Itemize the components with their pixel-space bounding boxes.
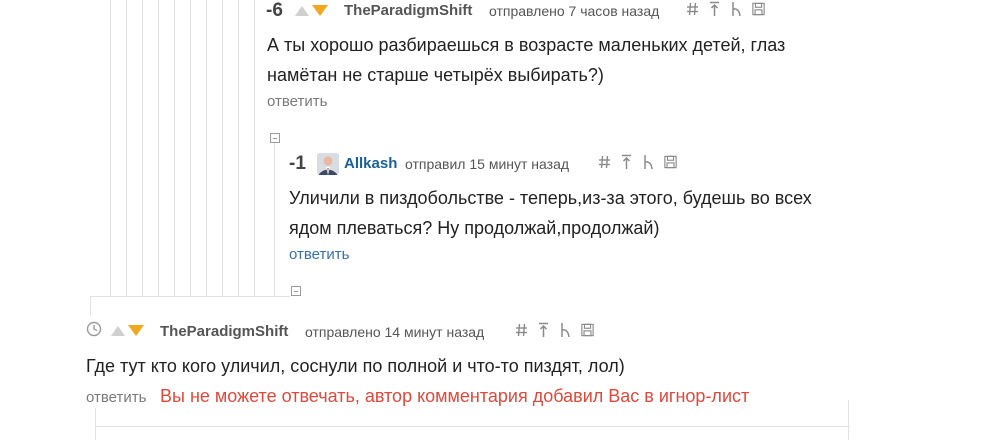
reply-link[interactable]: ответить	[289, 246, 349, 263]
thread-line	[174, 0, 175, 296]
comment-text-line: Где тут кто кого уличил, соснули по полн…	[86, 356, 625, 376]
clock-icon	[86, 321, 102, 337]
thread-line	[90, 296, 91, 316]
thread-line	[190, 0, 191, 296]
save-icon[interactable]	[752, 1, 765, 17]
thread-line	[274, 143, 275, 296]
avatar-image	[317, 153, 339, 175]
reply-link[interactable]: ответить	[86, 389, 146, 406]
avatar[interactable]	[317, 153, 339, 175]
comment-tools	[515, 322, 594, 338]
thread-line	[126, 0, 127, 296]
branch-icon[interactable]	[559, 322, 572, 338]
comment-rating: -1	[289, 153, 306, 174]
thread-line	[95, 426, 850, 427]
thread-line	[158, 0, 159, 296]
collapse-icon[interactable]	[270, 133, 280, 143]
save-icon[interactable]	[664, 154, 677, 170]
comment-text: Уличили в пиздобольстве - теперь,из-за э…	[289, 183, 909, 243]
comment-tools	[598, 154, 677, 170]
comment-text-line: А ты хорошо разбираешься в возрасте мале…	[267, 35, 786, 55]
comment-timestamp[interactable]: отправлено 7 часов назад	[489, 3, 659, 19]
hash-icon[interactable]	[598, 154, 611, 170]
thread-line	[110, 0, 111, 296]
vote-down-icon[interactable]	[312, 5, 328, 16]
thread-line	[254, 0, 255, 296]
vote-up-icon[interactable]	[111, 325, 125, 336]
collapse-icon[interactable]	[291, 286, 301, 296]
comment-author[interactable]: TheParadigmShift	[344, 2, 472, 19]
vote-up-icon[interactable]	[295, 5, 309, 16]
vote-down-icon[interactable]	[128, 325, 144, 336]
save-icon[interactable]	[581, 322, 594, 338]
comment-rating: -6	[266, 0, 283, 21]
branch-icon[interactable]	[642, 154, 655, 170]
reply-link[interactable]: ответить	[267, 93, 327, 110]
comment-text-line: намётан не старше четырёх выбирать?)	[267, 65, 604, 85]
thread-line	[142, 0, 143, 296]
thread-line	[222, 0, 223, 296]
thread-line	[848, 400, 849, 440]
arrow-up-icon[interactable]	[708, 1, 721, 17]
comment-tools	[686, 1, 765, 17]
comment-text: А ты хорошо разбираешься в возрасте мале…	[267, 30, 867, 90]
reply-disabled-notice: Вы не можете отвечать, автор комментария…	[160, 386, 750, 406]
arrow-up-icon[interactable]	[620, 154, 633, 170]
comment-text: Где тут кто кого уличил, соснули по полн…	[86, 351, 886, 381]
comment-author[interactable]: TheParadigmShift	[160, 323, 288, 340]
comment-text-line: ядом плеваться? Ну продолжай,продолжай)	[289, 218, 660, 238]
thread-line	[238, 0, 239, 296]
vote-controls	[111, 325, 144, 336]
comment-author[interactable]: Allkash	[344, 155, 397, 172]
branch-icon[interactable]	[730, 1, 743, 17]
vote-controls	[295, 5, 328, 16]
comment-text-line: Уличили в пиздобольстве - теперь,из-за э…	[289, 188, 812, 208]
comment-timestamp[interactable]: отправил 15 минут назад	[405, 156, 569, 172]
comment-timestamp[interactable]: отправлено 14 минут назад	[305, 324, 484, 340]
hash-icon[interactable]	[515, 322, 528, 338]
thread-line	[95, 408, 96, 440]
thread-line	[206, 0, 207, 296]
hash-icon[interactable]	[686, 1, 699, 17]
arrow-up-icon[interactable]	[537, 322, 550, 338]
thread-line	[90, 296, 290, 297]
